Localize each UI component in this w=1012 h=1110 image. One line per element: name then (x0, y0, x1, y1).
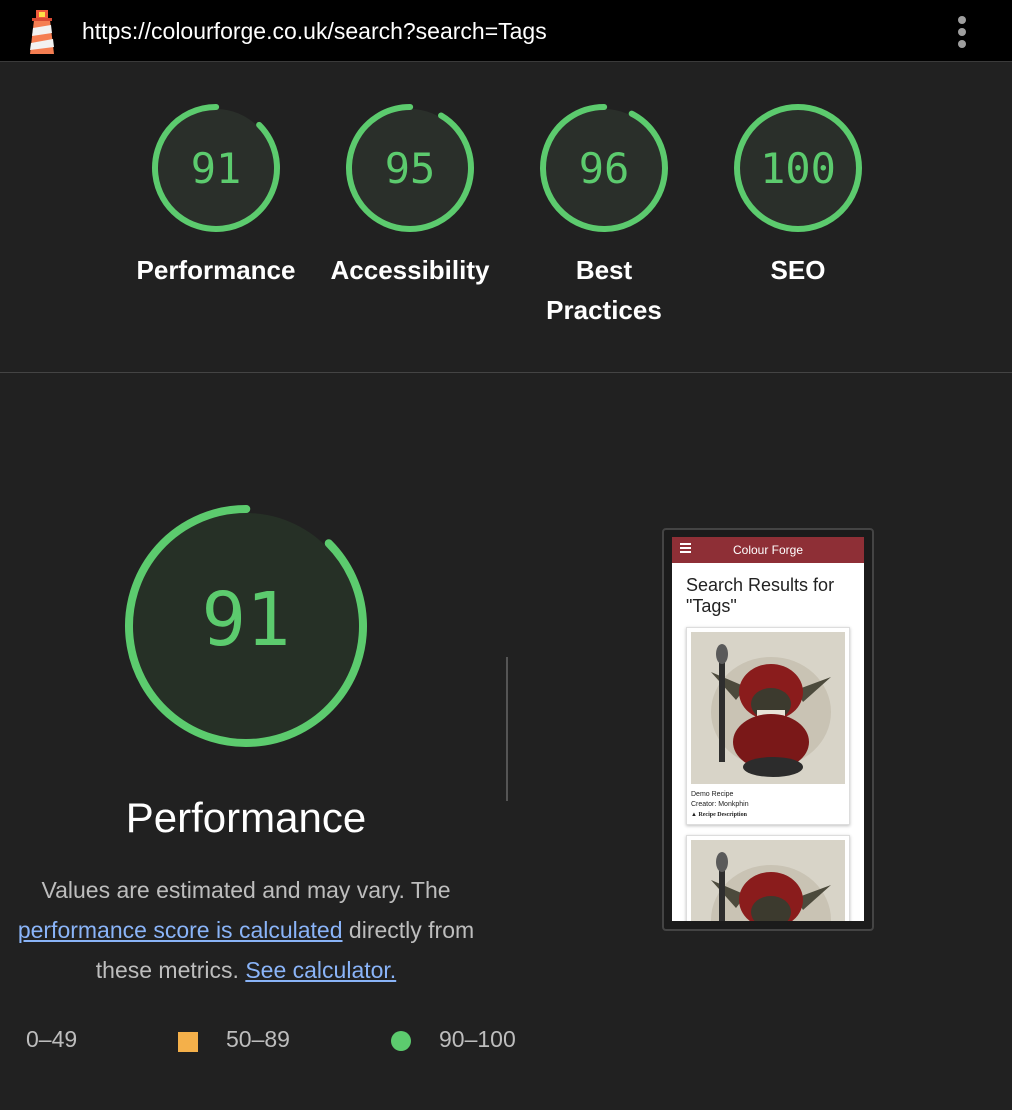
gauge-label: Accessibility (330, 255, 490, 285)
desc-text-2: directly from (342, 917, 475, 943)
performance-description: Values are estimated and may vary. The p… (0, 870, 492, 990)
recipe-description-toggle: ▲ Recipe Description (691, 812, 747, 818)
average-square-icon (178, 1032, 198, 1052)
app-bar: Colour Forge (672, 537, 864, 563)
gauge-label: SEO (770, 255, 826, 285)
final-screenshot: Colour Forge Search Results for "Tags" D… (672, 537, 864, 921)
search-results-heading: Search Results for "Tags" (686, 575, 835, 616)
performance-score: 91 (201, 577, 290, 663)
gauge-score: 91 (191, 144, 242, 193)
see-calculator-link[interactable]: See calculator. (245, 957, 396, 983)
page-url: https://colourforge.co.uk/search?search=… (82, 18, 547, 44)
gauge-label: Performance (136, 255, 296, 285)
report-header: https://colourforge.co.uk/search?search=… (0, 0, 1012, 62)
gauge-accessibility[interactable]: 95 Accessibility (320, 102, 500, 290)
fail-triangle-icon (0, 1029, 20, 1049)
lighthouse-logo-icon (30, 10, 54, 54)
gauge-seo[interactable]: 100 SEO (708, 102, 888, 290)
score-calculation-link[interactable]: performance score is calculated (18, 917, 343, 943)
gauge-performance[interactable]: 91 Performance (126, 102, 306, 290)
performance-gauge-large: 91 (125, 505, 367, 747)
legend-average: 50–89 (226, 1026, 290, 1052)
category-summary: 91 Performance 95 Accessibility 96 Best … (0, 62, 1012, 373)
gauge-label: Best Practices (546, 255, 662, 325)
gauge-accessibility-ring: 95 (346, 103, 474, 232)
legend-fail: 0–49 (26, 1026, 78, 1052)
gauge-performance-ring: 91 (152, 104, 280, 232)
more-options-icon[interactable] (952, 14, 972, 50)
desc-text-3: these metrics. (95, 957, 246, 983)
goblin-miniature-image (691, 632, 845, 784)
gauge-score: 95 (385, 144, 436, 193)
app-title: Colour Forge (732, 543, 804, 557)
recipe-creator: Creator: Monkphin (691, 801, 749, 808)
gauge-score: 96 (579, 144, 630, 193)
legend-pass: 90–100 (439, 1026, 516, 1052)
gauge-best-practices-ring: 96 (540, 104, 668, 232)
recipe-name: Demo Recipe (691, 791, 734, 798)
recipe-card (686, 835, 850, 921)
gauge-best-practices[interactable]: 96 Best Practices (514, 102, 694, 330)
goblin-miniature-image (691, 840, 845, 921)
pass-circle-icon (391, 1031, 411, 1051)
desc-text-1: Values are estimated and may vary. The (41, 877, 451, 903)
gauge-score: 100 (760, 144, 836, 193)
performance-title: Performance (125, 794, 367, 841)
gauge-seo-ring: 100 (734, 104, 862, 232)
section-divider (506, 657, 508, 801)
recipe-card: Demo Recipe Creator: Monkphin ▲ Recipe D… (686, 627, 850, 825)
